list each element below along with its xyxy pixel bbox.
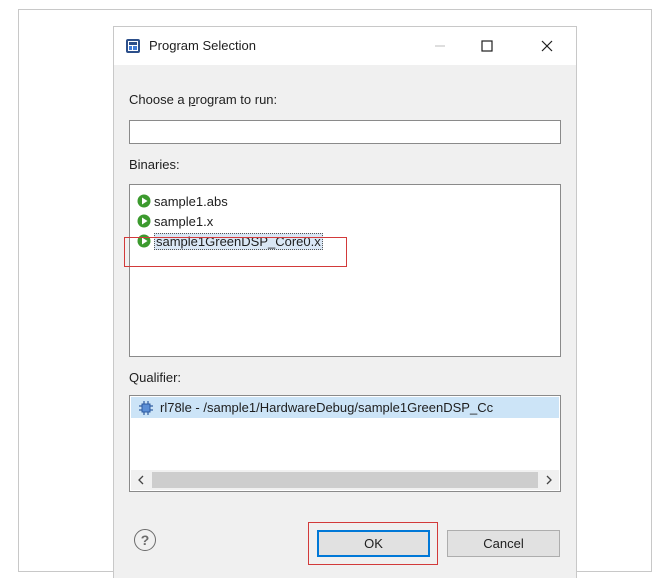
minimize-button[interactable] [417,27,463,65]
list-item-selected[interactable]: rl78le - /sample1/HardwareDebug/sample1G… [131,397,559,418]
qualifier-list[interactable]: rl78le - /sample1/HardwareDebug/sample1G… [129,395,561,492]
window-title: Program Selection [149,38,256,53]
close-icon [541,40,553,52]
binaries-label: Binaries: [129,157,180,172]
maximize-icon [481,40,493,52]
title-bar: Program Selection [114,27,576,65]
chip-icon [139,400,153,415]
choose-program-label: Choose a program to run: [129,92,278,107]
close-button[interactable] [524,27,570,65]
binaries-list[interactable]: sample1.abs sample1.x sample1GreenDSP_Co… [129,184,561,357]
minimize-icon [435,45,445,47]
maximize-button[interactable] [464,27,510,65]
horizontal-scrollbar[interactable] [131,470,559,490]
list-item[interactable]: sample1.x [137,212,213,230]
scroll-left-button[interactable] [131,470,151,490]
run-binary-icon [137,194,151,208]
qualifier-label: Qualifier: [129,370,182,385]
qualifier-text: rl78le - /sample1/HardwareDebug/sample1G… [160,400,494,415]
help-icon: ? [140,532,150,548]
chevron-right-icon [546,475,552,485]
selected-binary-highlight [124,237,347,267]
ok-button[interactable]: OK [317,530,430,557]
list-item[interactable]: sample1.abs [137,192,228,210]
binary-label: sample1.abs [154,193,228,209]
scrollbar-thumb[interactable] [152,472,538,488]
scroll-right-button[interactable] [539,470,559,490]
run-binary-icon [137,214,151,228]
cancel-button[interactable]: Cancel [447,530,560,557]
binary-label: sample1.x [154,213,214,229]
chevron-left-icon [138,475,144,485]
eclipse-app-icon [126,39,140,53]
program-selection-dialog: Program Selection Choose a program to ru… [113,26,577,578]
help-button[interactable]: ? [134,529,156,551]
program-input[interactable] [129,120,561,144]
